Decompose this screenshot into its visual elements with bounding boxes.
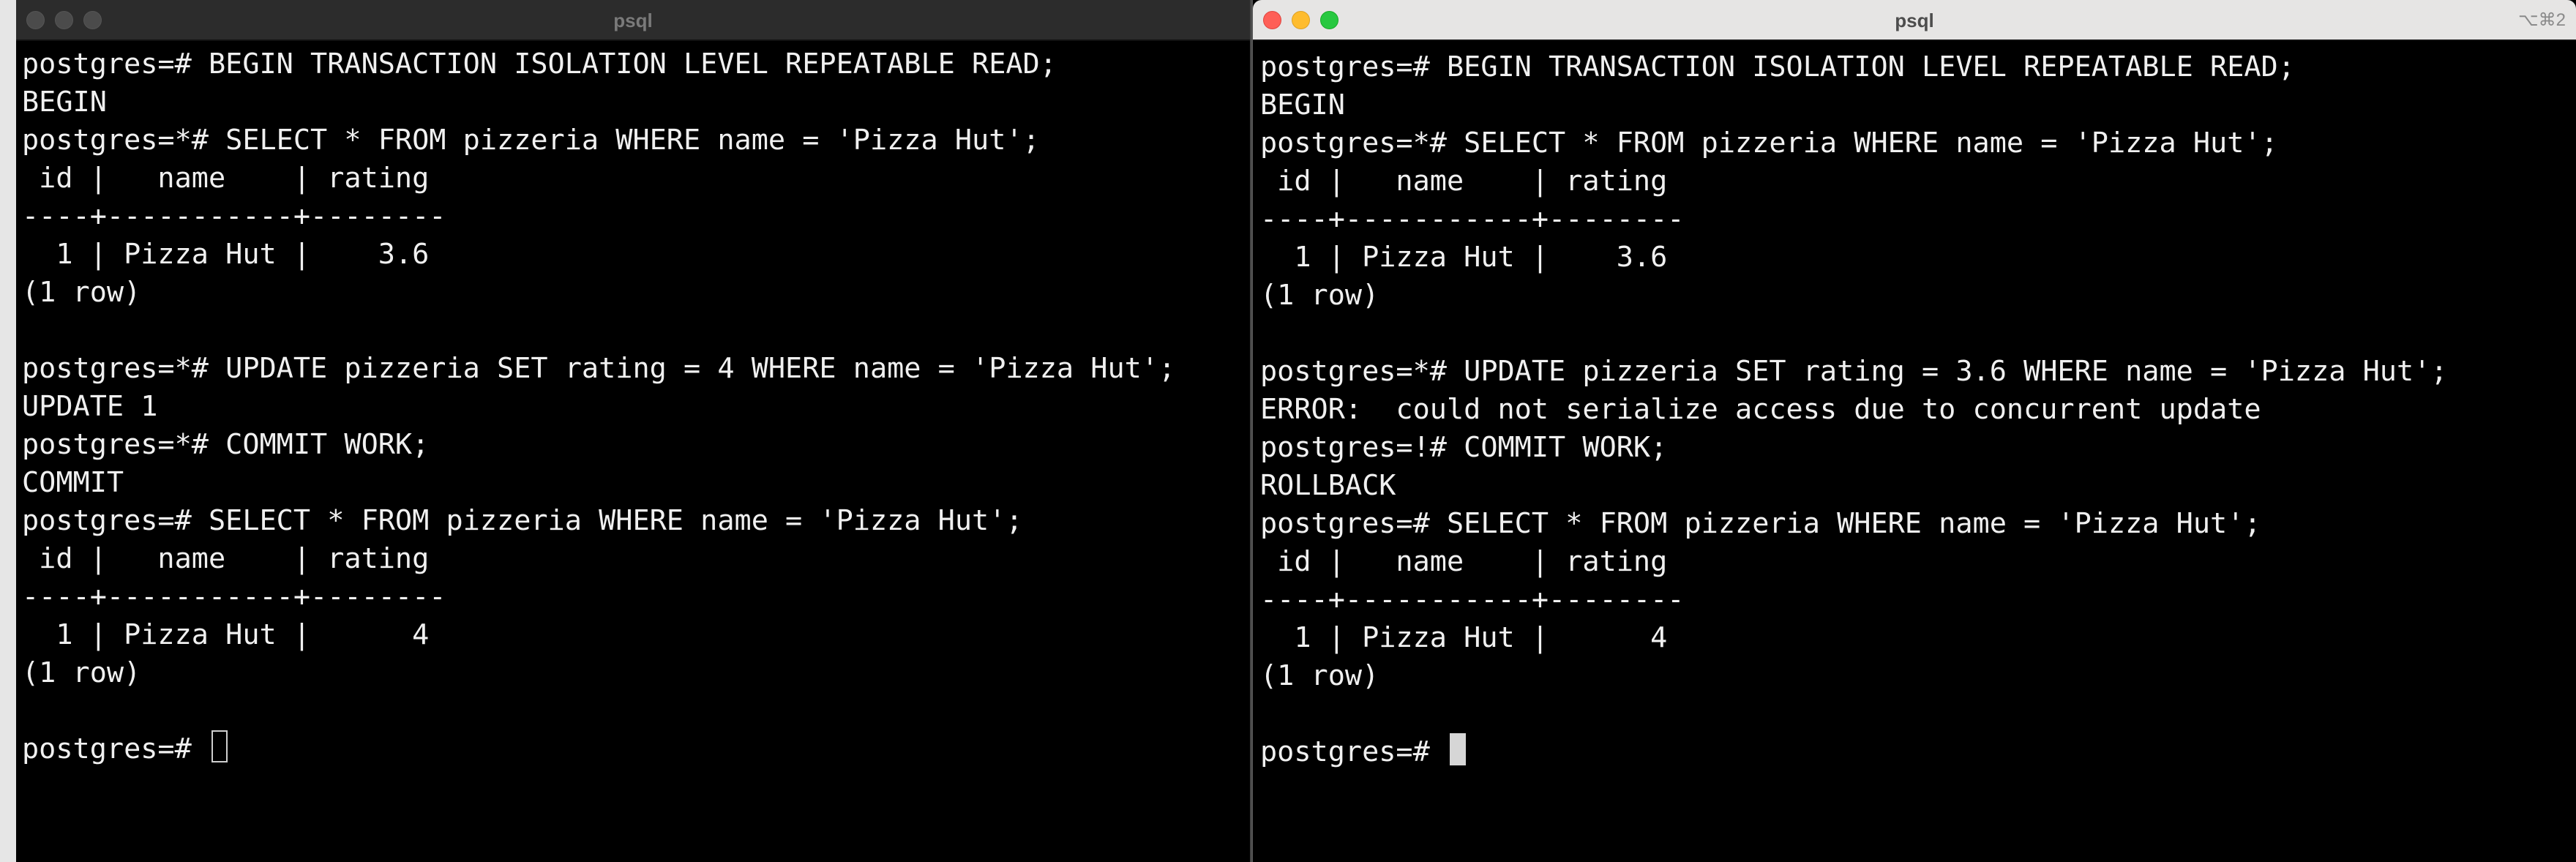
terminal-line: postgres=*# SELECT * FROM pizzeria WHERE…	[22, 124, 1040, 157]
terminal-window-left[interactable]: psql postgres=# BEGIN TRANSACTION ISOLAT…	[16, 0, 1251, 862]
command-prompt-line[interactable]: postgres=#	[1260, 733, 2576, 771]
terminal-line: id | name | rating	[22, 162, 430, 195]
terminal-line: id | name | rating	[22, 542, 430, 575]
terminal-line: postgres=# SELECT * FROM pizzeria WHERE …	[1260, 507, 2261, 540]
terminal-line: ----+-----------+--------	[22, 200, 446, 233]
terminal-line: (1 row)	[1260, 659, 1379, 692]
terminal-line: postgres=# BEGIN TRANSACTION ISOLATION L…	[1260, 50, 2295, 83]
cursor	[1449, 733, 1466, 765]
terminal-line: BEGIN	[1260, 89, 1345, 121]
cursor	[211, 730, 228, 762]
terminal-line: postgres=*# SELECT * FROM pizzeria WHERE…	[1260, 127, 2278, 160]
prompt: postgres=#	[22, 732, 209, 765]
terminal-line: postgres=*# UPDATE pizzeria SET rating =…	[22, 352, 1176, 385]
terminal-window-right[interactable]: psql ⌥⌘2 postgres=# BEGIN TRANSACTION IS…	[1251, 0, 2576, 862]
terminal-line: (1 row)	[22, 276, 141, 309]
terminal-line: postgres=!# COMMIT WORK;	[1260, 431, 1668, 464]
terminal-line: 1 | Pizza Hut | 3.6	[1260, 241, 1668, 274]
terminal-line: (1 row)	[22, 656, 141, 689]
window-shortcut-label: ⌥⌘2	[2517, 10, 2566, 30]
terminal-line: 1 | Pizza Hut | 4	[22, 618, 430, 651]
terminal-line: ----+-----------+--------	[22, 580, 446, 613]
terminal-line: ERROR: could not serialize access due to…	[1260, 393, 2261, 426]
window-title-left: psql	[613, 10, 653, 31]
terminal-line: UPDATE 1	[22, 390, 158, 423]
terminal-line: ----+-----------+--------	[1260, 583, 1685, 616]
terminal-line: (1 row)	[1260, 279, 1379, 312]
terminal-output-right[interactable]: postgres=# BEGIN TRANSACTION ISOLATION L…	[1260, 48, 2576, 771]
terminal-line: postgres=# SELECT * FROM pizzeria WHERE …	[22, 504, 1023, 537]
terminal-output-left[interactable]: postgres=# BEGIN TRANSACTION ISOLATION L…	[22, 45, 1250, 768]
terminal-line: 1 | Pizza Hut | 4	[1260, 621, 1668, 654]
title-bar-left[interactable]: psql	[16, 0, 1250, 41]
terminal-line: COMMIT	[22, 466, 124, 499]
terminal-line: 1 | Pizza Hut | 3.6	[22, 238, 430, 271]
desktop-background-strip	[0, 0, 16, 862]
terminal-line: postgres=*# COMMIT WORK;	[22, 428, 430, 461]
terminal-line: postgres=# BEGIN TRANSACTION ISOLATION L…	[22, 48, 1057, 80]
terminal-line: postgres=*# UPDATE pizzeria SET rating =…	[1260, 355, 2448, 388]
prompt: postgres=#	[1260, 735, 1447, 768]
terminal-line: ROLLBACK	[1260, 469, 1396, 502]
terminal-line: id | name | rating	[1260, 545, 1668, 578]
terminal-line: ----+-----------+--------	[1260, 203, 1685, 236]
command-prompt-line[interactable]: postgres=#	[22, 730, 1250, 768]
title-bar-right[interactable]: psql ⌥⌘2	[1253, 0, 2576, 41]
terminal-line: BEGIN	[22, 86, 107, 119]
terminal-line: id | name | rating	[1260, 165, 1668, 198]
window-title-right: psql	[1895, 10, 1934, 31]
